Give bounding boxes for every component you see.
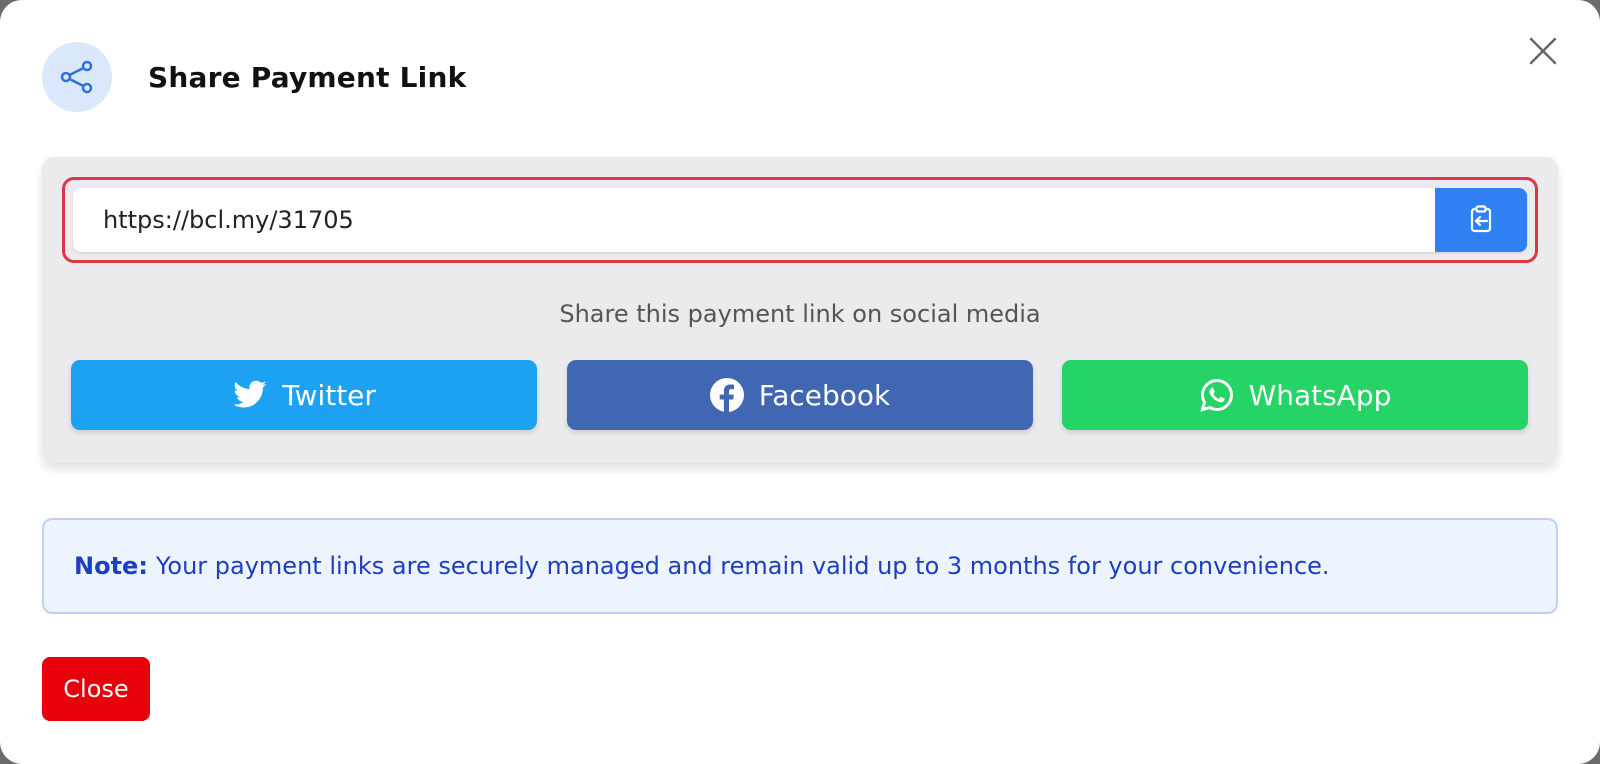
link-input-group — [73, 188, 1527, 252]
share-card: Share this payment link on social media … — [42, 157, 1558, 463]
dialog-header: Share Payment Link — [42, 42, 466, 112]
twitter-icon — [232, 377, 268, 413]
twitter-label: Twitter — [282, 378, 376, 412]
close-button[interactable]: Close — [42, 657, 150, 721]
whatsapp-share-button[interactable]: WhatsApp — [1062, 360, 1528, 430]
link-highlight — [62, 177, 1538, 263]
copy-link-button[interactable] — [1435, 188, 1527, 252]
facebook-label: Facebook — [758, 378, 891, 412]
share-payment-dialog: Share Payment Link https://bcl.my/31705 … — [0, 0, 1600, 764]
clipboard-icon — [1466, 204, 1496, 237]
facebook-icon — [709, 377, 745, 413]
note-text: Your payment links are securely managed … — [155, 552, 1330, 580]
facebook-share-button[interactable]: Facebook — [566, 360, 1033, 430]
social-buttons: Twitter Facebook WhatsApp — [71, 360, 1528, 430]
note-label: Note: — [74, 552, 148, 580]
note-box: Note: Your payment links are securely ma… — [42, 518, 1558, 614]
share-caption: Share this payment link on social media — [559, 300, 1041, 328]
close-icon[interactable] — [1526, 34, 1560, 68]
twitter-share-button[interactable]: Twitter — [71, 360, 537, 430]
payment-link-input[interactable] — [73, 188, 1435, 252]
whatsapp-label: WhatsApp — [1248, 378, 1392, 412]
whatsapp-icon — [1199, 377, 1235, 413]
share-icon — [42, 42, 112, 112]
dialog-title: Share Payment Link — [148, 60, 467, 94]
